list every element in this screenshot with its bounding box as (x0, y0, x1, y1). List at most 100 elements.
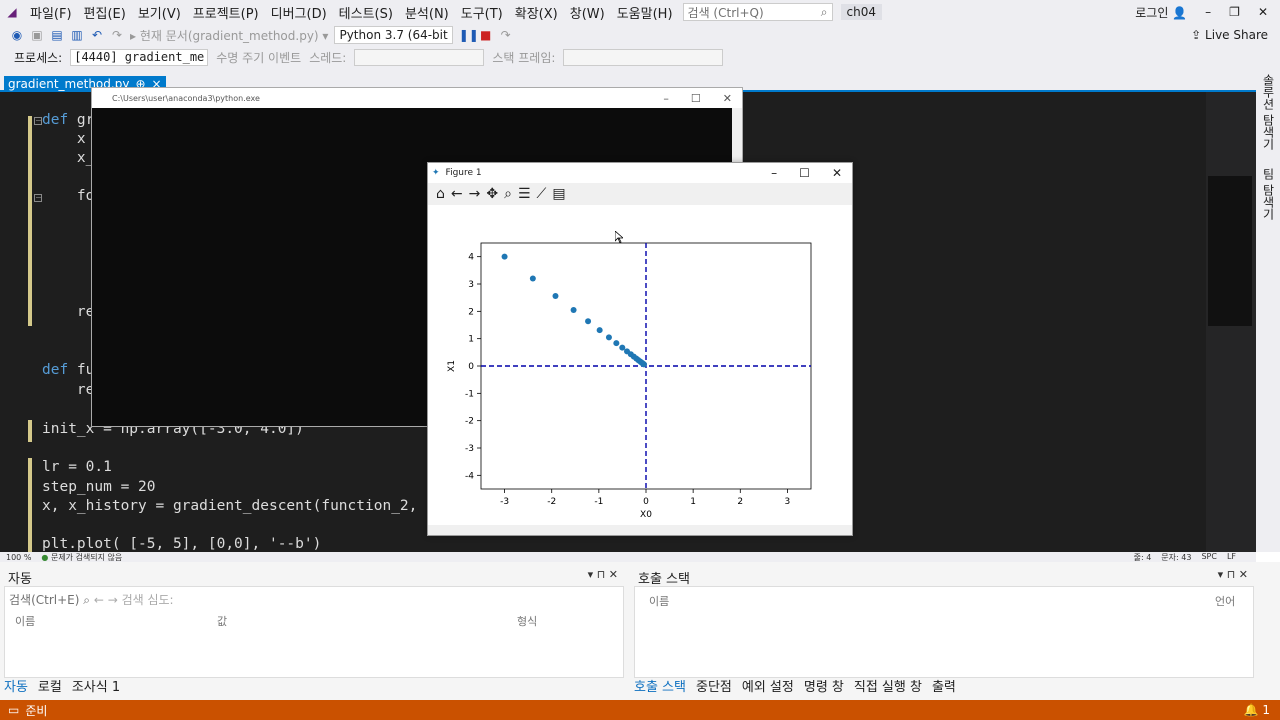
minimize-icon[interactable]: – (771, 166, 777, 180)
check-icon: ● (41, 552, 49, 562)
close-icon[interactable]: ✕ (723, 92, 732, 105)
code-line[interactable]: x, x_history = gradient_descent(function… (42, 498, 435, 514)
quick-search-input[interactable]: 검색 (Ctrl+Q) ⌕ (682, 3, 833, 21)
menu-help[interactable]: 도움말(H) (611, 3, 679, 22)
home-icon[interactable]: ⌂ (436, 186, 445, 202)
panel-controls[interactable]: ▾ ⊓ ✕ (588, 568, 618, 581)
autos-grid[interactable]: 검색(Ctrl+E) ⌕ ← → 검색 심도: 이름 값 형식 (4, 586, 624, 678)
tab-immediate-window[interactable]: 직접 실행 창 (854, 676, 922, 695)
close-icon[interactable]: ✕ (1258, 5, 1268, 19)
menu-debug[interactable]: 디버그(D) (265, 3, 333, 22)
code-line[interactable]: plt.plot( [-5, 5], [0,0], '--b') (42, 536, 321, 552)
side-tool-tabs: 솔루션 탐색기 팀 탐색기 (1256, 68, 1280, 552)
save-icon[interactable]: ▤ (50, 28, 64, 42)
column-language[interactable]: 언어 (1215, 593, 1235, 609)
step-icon[interactable]: ↷ (499, 28, 513, 42)
column-value[interactable]: 값 (217, 613, 227, 629)
menu-analyze[interactable]: 분석(N) (399, 3, 455, 22)
tab-watch-1[interactable]: 조사식 1 (72, 676, 120, 695)
column-type[interactable]: 형식 (517, 613, 537, 629)
minimize-icon[interactable]: – (663, 92, 669, 105)
matplotlib-figure-window[interactable]: ✦ Figure 1 – ☐ ✕ ⌂ ← → ✥ ⌕ ☰ ⟋ ▤ -3 -2 -1 0… (427, 162, 853, 536)
thread-dropdown[interactable] (354, 48, 485, 66)
save-all-icon[interactable]: ▥ (70, 28, 84, 42)
pan-icon[interactable]: ✥ (486, 186, 498, 202)
maximize-icon[interactable]: ☐ (691, 92, 701, 105)
notifications-badge[interactable]: 🔔 1 (1244, 703, 1280, 717)
restore-icon[interactable]: ❐ (1229, 5, 1240, 19)
y-tick-label: 0 (468, 362, 474, 372)
code-line[interactable]: def gr (42, 112, 94, 128)
issues-indicator[interactable]: ● 문제가 검색되지 않음 (41, 552, 122, 563)
zoom-level[interactable]: 100 % (6, 553, 31, 562)
column-name[interactable]: 이름 (649, 593, 669, 609)
maximize-icon[interactable]: ☐ (799, 166, 810, 180)
menu-file[interactable]: 파일(F) (24, 3, 78, 22)
menu-extensions[interactable]: 확장(X) (509, 3, 564, 22)
back-arrow-icon[interactable]: ← (451, 186, 463, 202)
tab-command-window[interactable]: 명령 창 (804, 676, 844, 695)
menu-test[interactable]: 테스트(S) (333, 3, 399, 22)
code-line[interactable]: re (42, 382, 94, 398)
menu-project[interactable]: 프로젝트(P) (187, 3, 265, 22)
new-item-icon[interactable]: ▣ (30, 28, 44, 42)
forward-arrow-icon[interactable]: → (469, 186, 481, 202)
column-name[interactable]: 이름 (15, 613, 35, 629)
menu-view[interactable]: 보기(V) (132, 3, 187, 22)
stop-icon[interactable]: ■ (479, 28, 493, 42)
team-explorer-tab[interactable]: 팀 탐색기 (1260, 168, 1277, 220)
back-icon[interactable]: ◉ (10, 28, 24, 42)
tab-locals[interactable]: 로컬 (38, 676, 62, 695)
call-stack-grid[interactable]: 이름 언어 (634, 586, 1254, 678)
minimize-icon[interactable]: – (1205, 5, 1211, 19)
matplotlib-icon: ✦ (432, 168, 440, 178)
zoom-icon[interactable]: ⌕ (504, 186, 512, 202)
menu-bar: ◢ 파일(F) 편집(E) 보기(V) 프로젝트(P) 디버그(D) 테스트(S… (0, 0, 1280, 24)
minimap-scrollbar[interactable] (1206, 92, 1256, 552)
y-tick-label: 3 (468, 280, 474, 290)
tab-call-stack[interactable]: 호출 스택 (634, 676, 686, 695)
tab-exception-settings[interactable]: 예외 설정 (742, 676, 794, 695)
code-line[interactable]: def fu (42, 362, 94, 378)
tab-breakpoints[interactable]: 중단점 (696, 676, 732, 695)
minimap-viewport[interactable] (1208, 176, 1252, 326)
pause-icon[interactable]: ❚❚ (459, 28, 479, 42)
visual-studio-logo-icon[interactable]: ◢ (0, 5, 24, 19)
standard-toolbar: ◉ ▣ ▤ ▥ ↶ ↷ ▸ 현재 문서(gradient_method.py) … (0, 24, 1280, 46)
login-link[interactable]: 로그인 👤 (1135, 4, 1187, 21)
stack-frame-dropdown[interactable] (563, 48, 724, 66)
current-doc-combo[interactable]: ▸ 현재 문서(gradient_method.py) ▾ (130, 27, 328, 44)
solution-explorer-tab[interactable]: 솔루션 탐색기 (1260, 74, 1277, 150)
console-titlebar[interactable]: C:\Users\user\anaconda3\python.exe – ☐ ✕ (92, 88, 742, 108)
autos-search-input[interactable]: 검색(Ctrl+E) ⌕ ← → 검색 심도: (9, 591, 174, 608)
plot-canvas[interactable]: -3 -2 -1 0 1 2 3 -4 -3 -2 -1 0 1 2 3 4 X0 X1 (428, 205, 852, 525)
process-dropdown[interactable]: [4440] gradient_me (70, 48, 209, 66)
tab-autos[interactable]: 자동 (4, 676, 28, 695)
fold-toggle-icon[interactable]: − (34, 194, 42, 202)
edit-axis-icon[interactable]: ⟋ (537, 186, 547, 202)
menu-window[interactable]: 창(W) (564, 3, 611, 22)
lifecycle-events-button[interactable]: 수명 주기 이벤트 (216, 49, 301, 66)
search-icon: ⌕ (820, 4, 828, 19)
tab-output[interactable]: 출력 (932, 676, 956, 695)
code-line[interactable]: lr = 0.1 (42, 459, 112, 475)
figure-titlebar[interactable]: ✦ Figure 1 – ☐ ✕ (428, 163, 852, 183)
save-figure-icon[interactable]: ▤ (552, 186, 565, 202)
menu-edit[interactable]: 편집(E) (78, 3, 132, 22)
code-line[interactable]: x (42, 131, 86, 147)
solution-name: ch04 (840, 4, 883, 20)
panel-controls[interactable]: ▾ ⊓ ✕ (1218, 568, 1248, 581)
x-tick-label: 2 (737, 497, 743, 507)
code-line[interactable]: re (42, 304, 94, 320)
code-line[interactable]: x_ (42, 150, 94, 166)
live-share-button[interactable]: ⇪ Live Share (1191, 28, 1280, 42)
subplots-icon[interactable]: ☰ (518, 186, 531, 202)
code-line[interactable]: step_num = 20 (42, 479, 156, 495)
fold-toggle-icon[interactable]: − (34, 117, 42, 125)
python-env-dropdown[interactable]: Python 3.7 (64-bit (334, 26, 453, 44)
undo-icon[interactable]: ↶ (90, 28, 104, 42)
menu-tools[interactable]: 도구(T) (455, 3, 509, 22)
redo-icon[interactable]: ↷ (110, 28, 124, 42)
close-icon[interactable]: ✕ (832, 166, 842, 180)
code-line[interactable]: fo (42, 188, 94, 204)
